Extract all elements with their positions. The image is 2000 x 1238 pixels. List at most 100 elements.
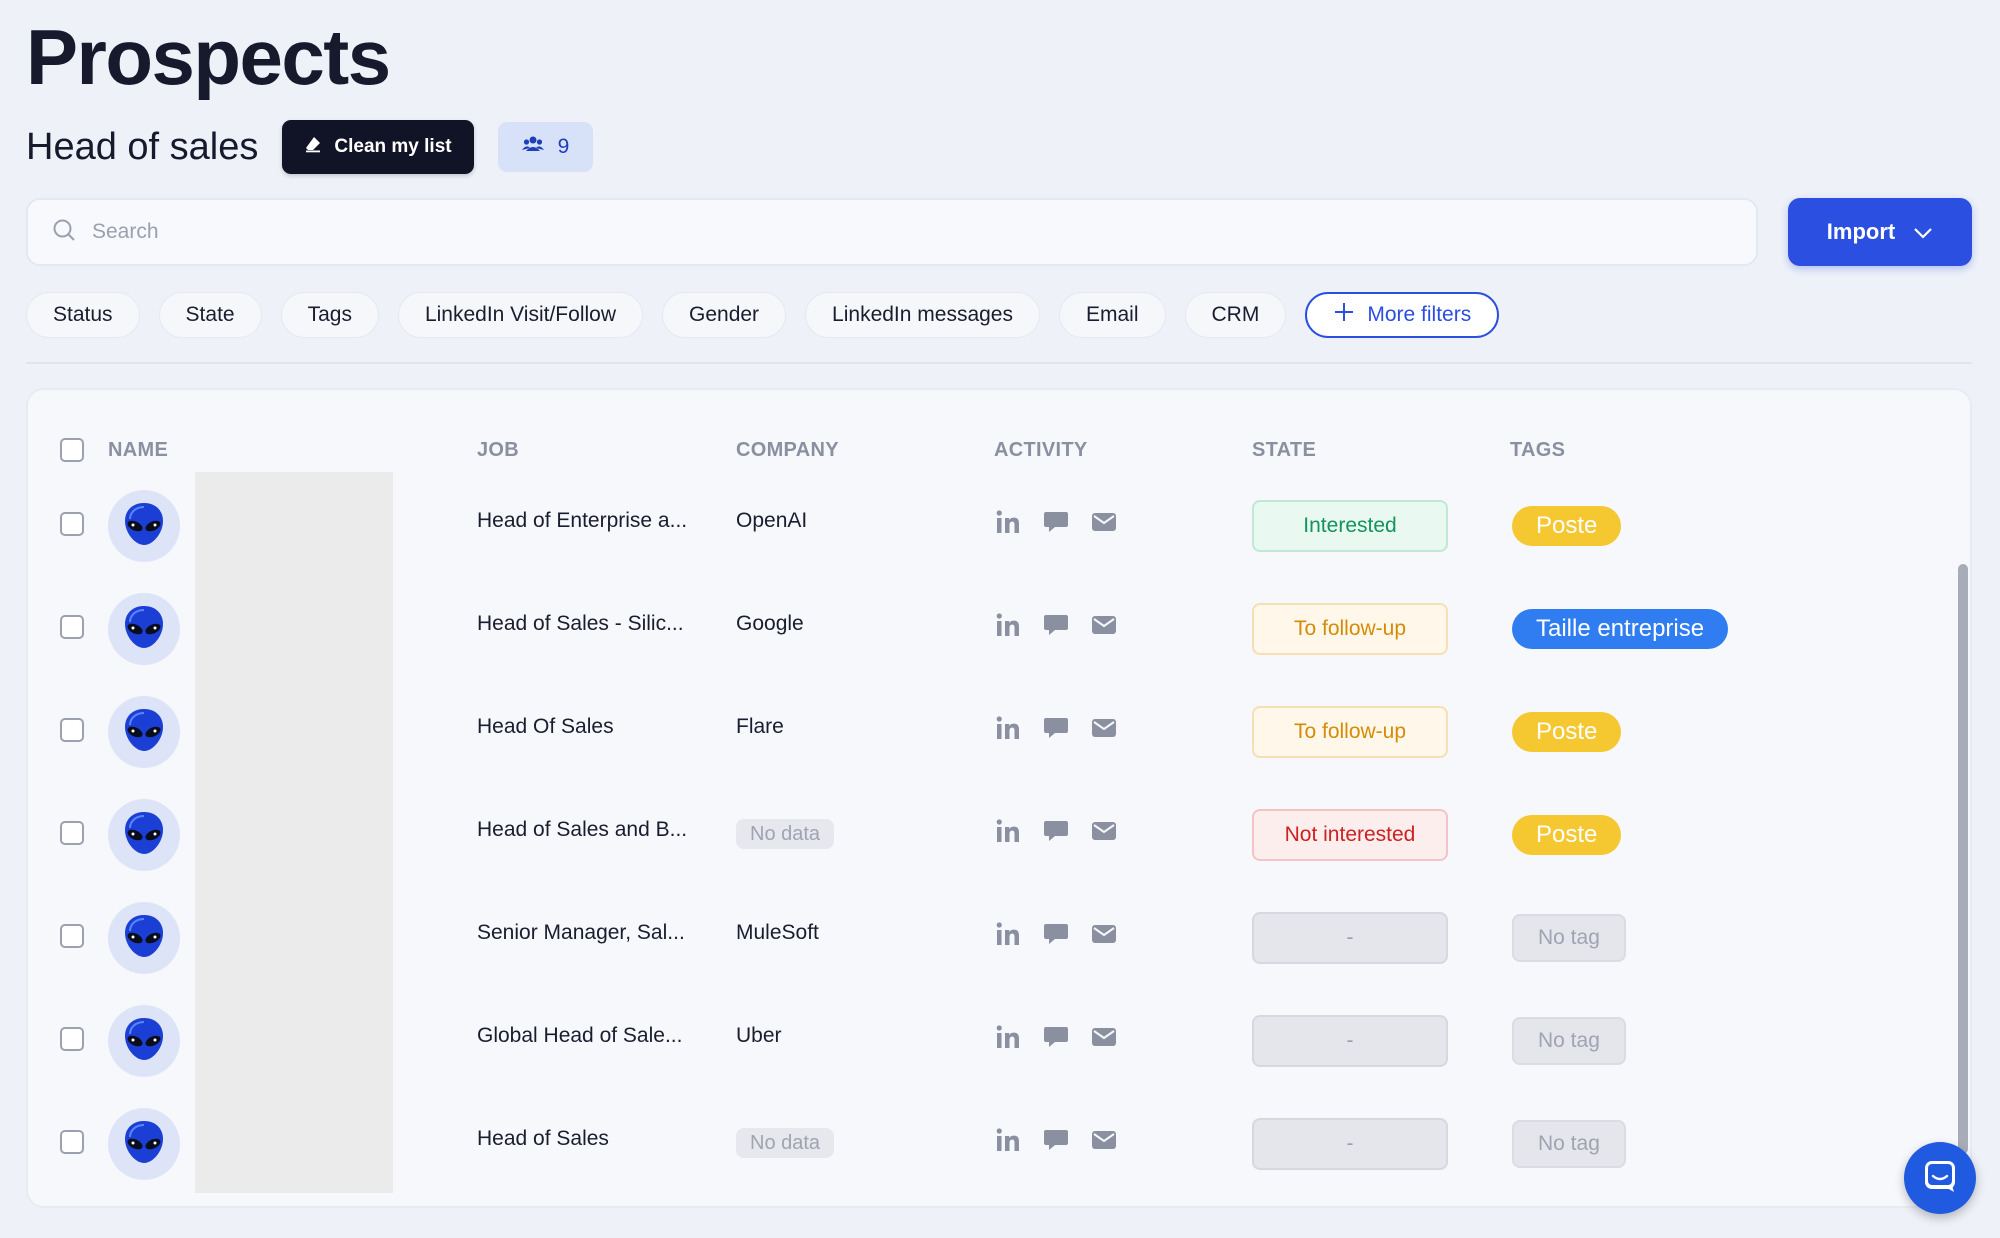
scrollbar-thumb[interactable] xyxy=(1958,564,1968,1154)
avatar[interactable] xyxy=(108,696,180,768)
prospect-count-badge[interactable]: 9 xyxy=(497,122,594,172)
chat-icon[interactable] xyxy=(1042,920,1070,948)
alien-avatar-icon xyxy=(119,499,169,554)
import-button[interactable]: Import xyxy=(1788,198,1972,266)
state-badge[interactable]: Not interested xyxy=(1252,809,1448,861)
search-input[interactable] xyxy=(92,220,1592,244)
chat-icon[interactable] xyxy=(1042,817,1070,845)
linkedin-icon[interactable] xyxy=(994,1126,1022,1154)
row-checkbox[interactable] xyxy=(60,718,84,742)
table-row[interactable]: Head of Enterprise a... OpenAI Intereste… xyxy=(28,472,1970,575)
plus-icon xyxy=(1333,301,1355,329)
support-chat-button[interactable] xyxy=(1904,1142,1976,1214)
tag-badge[interactable]: No tag xyxy=(1512,1017,1626,1065)
linkedin-icon[interactable] xyxy=(994,508,1022,536)
mail-icon[interactable] xyxy=(1090,817,1118,845)
company-name: OpenAI xyxy=(736,509,808,532)
row-checkbox[interactable] xyxy=(60,1130,84,1154)
table-row[interactable]: Head of Sales No data - No tag xyxy=(28,1090,1970,1193)
name-redacted xyxy=(195,1090,393,1193)
filter-state[interactable]: State xyxy=(158,292,262,338)
filter-tags[interactable]: Tags xyxy=(280,292,379,338)
filter-linkedin-messages[interactable]: LinkedIn messages xyxy=(805,292,1040,338)
row-checkbox[interactable] xyxy=(60,512,84,536)
filter-email[interactable]: Email xyxy=(1059,292,1166,338)
avatar[interactable] xyxy=(108,490,180,562)
table-row[interactable]: Global Head of Sale... Uber - No tag xyxy=(28,987,1970,1090)
column-header-name[interactable]: NAME xyxy=(108,428,168,472)
mail-icon[interactable] xyxy=(1090,508,1118,536)
state-badge[interactable]: - xyxy=(1252,1118,1448,1170)
avatar[interactable] xyxy=(108,1005,180,1077)
column-header-job[interactable]: JOB xyxy=(477,428,519,472)
state-badge[interactable]: - xyxy=(1252,1015,1448,1067)
company-name: Flare xyxy=(736,715,784,738)
chat-icon[interactable] xyxy=(1042,714,1070,742)
filter-status[interactable]: Status xyxy=(26,292,140,338)
job-title: Global Head of Sale... xyxy=(477,1024,683,1047)
company-name: MuleSoft xyxy=(736,921,819,944)
avatar[interactable] xyxy=(108,1108,180,1180)
state-badge[interactable]: To follow-up xyxy=(1252,706,1448,758)
mail-icon[interactable] xyxy=(1090,611,1118,639)
table-row[interactable]: Head of Sales - Silic... Google To follo… xyxy=(28,575,1970,678)
mail-icon[interactable] xyxy=(1090,714,1118,742)
linkedin-icon[interactable] xyxy=(994,1023,1022,1051)
state-badge[interactable]: To follow-up xyxy=(1252,603,1448,655)
column-header-tags[interactable]: TAGS xyxy=(1510,428,1565,472)
column-header-activity[interactable]: ACTIVITY xyxy=(994,428,1088,472)
linkedin-icon[interactable] xyxy=(994,920,1022,948)
mail-icon[interactable] xyxy=(1090,1023,1118,1051)
prospects-page: Prospects Head of sales Clean my list 9 … xyxy=(0,0,2000,1238)
chat-icon[interactable] xyxy=(1042,1126,1070,1154)
name-redacted xyxy=(195,575,393,678)
filter-linkedin-visit-follow[interactable]: LinkedIn Visit/Follow xyxy=(397,292,643,338)
chat-icon[interactable] xyxy=(1042,1023,1070,1051)
mail-icon[interactable] xyxy=(1090,1126,1118,1154)
avatar[interactable] xyxy=(108,593,180,665)
row-checkbox[interactable] xyxy=(60,924,84,948)
select-all-checkbox[interactable] xyxy=(60,438,84,462)
filter-gender[interactable]: Gender xyxy=(662,292,787,338)
table-row[interactable]: Head of Sales and B... No data Not inter… xyxy=(28,781,1970,884)
clean-list-button[interactable]: Clean my list xyxy=(282,120,474,174)
more-filters-button[interactable]: More filters xyxy=(1305,292,1500,338)
chat-icon[interactable] xyxy=(1042,611,1070,639)
avatar[interactable] xyxy=(108,799,180,871)
avatar[interactable] xyxy=(108,902,180,974)
alien-avatar-icon xyxy=(119,808,169,863)
chat-bubble-icon xyxy=(1923,1159,1957,1198)
column-header-state[interactable]: STATE xyxy=(1252,428,1316,472)
linkedin-icon[interactable] xyxy=(994,611,1022,639)
table-row[interactable]: Head Of Sales Flare To follow-up Poste xyxy=(28,678,1970,781)
search-bar xyxy=(26,198,1758,266)
company-name: Uber xyxy=(736,1024,782,1047)
chevron-down-icon xyxy=(1913,219,1933,245)
tag-badge[interactable]: Poste xyxy=(1512,506,1622,546)
job-title: Head of Sales xyxy=(477,1127,609,1150)
filter-crm[interactable]: CRM xyxy=(1184,292,1287,338)
column-header-company[interactable]: COMPANY xyxy=(736,428,839,472)
tag-badge[interactable]: Taille entreprise xyxy=(1512,609,1729,649)
scrollbar[interactable] xyxy=(1956,474,1970,1154)
mail-icon[interactable] xyxy=(1090,920,1118,948)
alien-avatar-icon xyxy=(119,1117,169,1172)
row-checkbox[interactable] xyxy=(60,821,84,845)
alien-avatar-icon xyxy=(119,602,169,657)
tag-badge[interactable]: No tag xyxy=(1512,1120,1626,1168)
table-row[interactable]: Senior Manager, Sal... MuleSoft - No tag xyxy=(28,884,1970,987)
state-badge[interactable]: - xyxy=(1252,912,1448,964)
linkedin-icon[interactable] xyxy=(994,714,1022,742)
tag-badge[interactable]: Poste xyxy=(1512,712,1622,752)
company-no-data-badge: No data xyxy=(736,819,835,849)
eraser-icon xyxy=(304,135,322,159)
chat-icon[interactable] xyxy=(1042,508,1070,536)
name-redacted xyxy=(195,678,393,781)
linkedin-icon[interactable] xyxy=(994,817,1022,845)
tag-badge[interactable]: Poste xyxy=(1512,815,1622,855)
tag-badge[interactable]: No tag xyxy=(1512,914,1626,962)
row-checkbox[interactable] xyxy=(60,615,84,639)
state-badge[interactable]: Interested xyxy=(1252,500,1448,552)
row-checkbox[interactable] xyxy=(60,1027,84,1051)
alien-avatar-icon xyxy=(119,705,169,760)
